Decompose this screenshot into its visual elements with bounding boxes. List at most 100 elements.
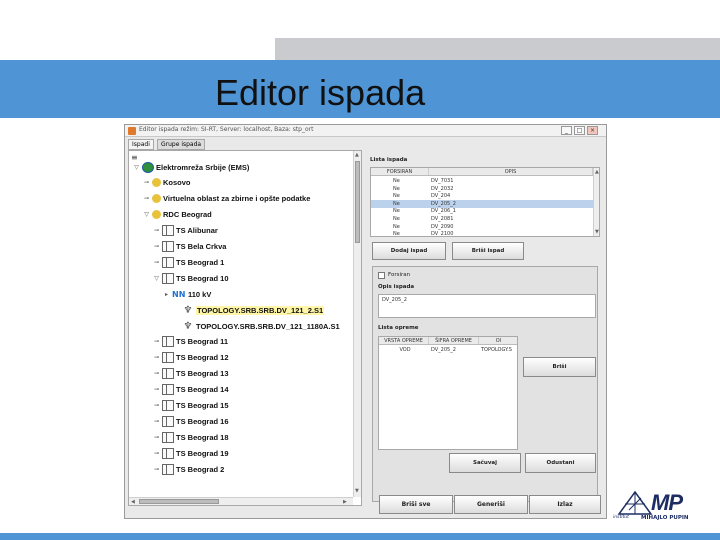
- outage-table-header: FORSIRAN OPIS: [371, 168, 593, 176]
- column-vrsta-opreme[interactable]: VRSTA OPREME: [379, 337, 429, 344]
- tree-toggle-icon[interactable]: ⊸: [143, 195, 150, 202]
- tree-node[interactable]: ▸ NN 110 kV: [163, 287, 211, 301]
- tree-node-label: Kosovo: [163, 178, 191, 188]
- tree-node-label: TS Beograd 1: [176, 257, 225, 267]
- tree-node[interactable]: ▽ Elektromreža Srbije (EMS): [133, 160, 249, 174]
- tree-node[interactable]: ♆ TOPOLOGY.SRB.SRB.DV_121_2.S1: [173, 303, 325, 317]
- tree-vertical-scrollbar[interactable]: ▲ ▼: [353, 151, 361, 497]
- tree-node-label: TS Beograd 18: [176, 432, 229, 442]
- add-outage-button[interactable]: Dodaj ispad: [372, 242, 446, 260]
- equipment-other-cell: TOPOLOGY.S: [481, 347, 512, 353]
- forced-checkbox[interactable]: [378, 272, 385, 279]
- tree-toggle-icon[interactable]: ▸: [163, 291, 170, 298]
- tree-node[interactable]: ⊸ TS Beograd 19: [153, 446, 229, 460]
- tree-node[interactable]: ⊸ Virtuelna oblast za zbirne i opšte poda…: [143, 192, 310, 206]
- window-titlebar[interactable]: Editor ispada režim: SI-RT, Server: loca…: [125, 125, 606, 137]
- tree-node[interactable]: ⊸ TS Beograd 18: [153, 430, 229, 444]
- scroll-down-icon[interactable]: ▼: [355, 487, 359, 495]
- tree-toggle-icon[interactable]: ⊸: [153, 402, 160, 409]
- tree-node[interactable]: ⊸ TS Beograd 15: [153, 399, 229, 413]
- tree-node-label: TS Alibunar: [176, 226, 218, 236]
- table-scroll-up-icon[interactable]: ▲: [595, 168, 599, 176]
- forsiran-cell: Ne: [393, 231, 400, 237]
- region-icon: [152, 210, 161, 220]
- cancel-button[interactable]: Odustani: [525, 453, 596, 473]
- equipment-table[interactable]: VRSTA OPREME ŠIFRA OPREME OI VOD DV_205_…: [378, 336, 518, 450]
- tree-node[interactable]: ⊸ TS Beograd 11: [153, 335, 228, 349]
- description-textarea[interactable]: DV_205_2: [378, 294, 596, 318]
- substation-icon: [162, 241, 174, 252]
- delete-equipment-button[interactable]: Briši: [523, 357, 596, 377]
- tree-toggle-icon[interactable]: ⊸: [153, 227, 160, 234]
- scroll-left-icon[interactable]: ◀: [131, 498, 135, 505]
- header-gray-band: [275, 38, 720, 60]
- tree-horizontal-scrollbar[interactable]: ◀ ▶: [129, 497, 353, 505]
- outage-list-label: Lista ispada: [370, 157, 408, 163]
- substation-icon: [162, 415, 174, 427]
- tree-node-label: RDC Beograd: [163, 210, 212, 220]
- tree-node[interactable]: ⊸ TS Beograd 16: [153, 414, 229, 428]
- column-sifra-opreme[interactable]: ŠIFRA OPREME: [429, 337, 479, 344]
- delete-all-button[interactable]: Briši sve: [379, 495, 453, 514]
- tree-toggle-icon[interactable]: ⊸: [153, 386, 160, 393]
- outage-row[interactable]: Ne DV_2100: [371, 230, 593, 237]
- tree-node[interactable]: ⊸ Kosovo: [143, 176, 191, 190]
- tree-node[interactable]: ♆ TOPOLOGY.SRB.SRB.DV_121_1180A.S1: [173, 319, 340, 333]
- tree-node[interactable]: ▽ TS Beograd 10: [153, 271, 229, 285]
- region-icon: [152, 194, 161, 204]
- minimize-button[interactable]: _: [561, 126, 572, 135]
- delete-outage-button[interactable]: Briši ispad: [452, 242, 524, 260]
- tree-node[interactable]: ⊸ TS Beograd 2: [153, 462, 224, 476]
- footer-blue-band: [0, 533, 720, 540]
- exit-button[interactable]: Izlaz: [529, 495, 601, 514]
- logo-emblem-icon: [617, 490, 653, 515]
- editor-window: Editor ispada režim: SI-RT, Server: loca…: [124, 124, 607, 519]
- tree-node-label: Virtuelna oblast za zbirne i opšte podat…: [163, 194, 311, 204]
- column-opis[interactable]: OPIS: [429, 168, 593, 175]
- tree-node[interactable]: ⊸ TS Bela Crkva: [153, 240, 226, 254]
- tab-grupe-ispada[interactable]: Grupe ispada: [157, 139, 206, 150]
- tree-node[interactable]: ⊸ TS Beograd 13: [153, 367, 229, 381]
- tree-toggle-icon[interactable]: ⊸: [153, 354, 160, 361]
- column-forsiran[interactable]: FORSIRAN: [371, 168, 429, 175]
- tree-hscroll-thumb[interactable]: [139, 499, 219, 504]
- tree-toggle-icon[interactable]: ⊸: [153, 338, 160, 345]
- tree-toggle-icon[interactable]: ⊸: [153, 259, 160, 266]
- close-button[interactable]: ×: [587, 126, 598, 135]
- tree-toggle-icon[interactable]: ⊸: [153, 450, 160, 457]
- tree-toggle-icon[interactable]: ▽: [143, 211, 150, 218]
- outage-table[interactable]: FORSIRAN OPIS Ne DV_7031 Ne DV_2032 Ne DV_204…: [370, 167, 600, 237]
- company-logo: MP institut MIHAJLO PUPIN: [613, 490, 713, 530]
- tree-toggle-icon[interactable]: ⊸: [153, 370, 160, 377]
- tree-toggle-icon[interactable]: ⊸: [153, 434, 160, 441]
- table-scroll-down-icon[interactable]: ▼: [595, 228, 599, 236]
- tree-scroll-thumb[interactable]: [355, 161, 360, 243]
- scroll-right-icon[interactable]: ▶: [343, 498, 347, 505]
- tree-node[interactable]: ⊸ TS Beograd 1: [153, 255, 224, 269]
- logo-mark: MP: [651, 490, 683, 515]
- tree-toggle-icon[interactable]: ▽: [153, 275, 160, 282]
- equipment-list-label: Lista opreme: [378, 325, 419, 331]
- outage-table-scrollbar[interactable]: ▲ ▼: [593, 168, 599, 236]
- tree-node[interactable]: ⊸ TS Beograd 14: [153, 383, 229, 397]
- tree-node[interactable]: ⊸ TS Beograd 12: [153, 351, 229, 365]
- network-tree[interactable]: ≡ ▽ Elektromreža Srbije (EMS) ⊸ Kosovo ⊸ Virt…: [128, 150, 362, 506]
- tree-toggle-icon[interactable]: ▽: [133, 164, 140, 171]
- scroll-up-icon[interactable]: ▲: [355, 151, 359, 159]
- tree-toggle-icon[interactable]: ⊸: [143, 179, 150, 186]
- substation-icon: [162, 352, 174, 364]
- column-oi[interactable]: OI: [479, 337, 517, 344]
- tree-toggle-icon[interactable]: ⊸: [153, 466, 160, 473]
- tree-toggle-icon[interactable]: ⊸: [153, 243, 160, 250]
- save-button[interactable]: Sačuvaj: [449, 453, 521, 473]
- maximize-button[interactable]: □: [574, 126, 585, 135]
- equipment-row[interactable]: VOD DV_205_2 TOPOLOGY.S: [379, 346, 517, 354]
- tab-ispadi[interactable]: Ispadi: [128, 139, 154, 150]
- opis-cell: DV_2100: [431, 231, 454, 237]
- tree-node-label: TOPOLOGY.SRB.SRB.DV_121_2.S1: [196, 305, 325, 315]
- substation-icon: [162, 463, 174, 475]
- generate-button[interactable]: Generiši: [454, 495, 528, 514]
- tree-node[interactable]: ⊸ TS Alibunar: [153, 224, 218, 238]
- tree-toggle-icon[interactable]: ⊸: [153, 418, 160, 425]
- tree-node[interactable]: ▽ RDC Beograd: [143, 208, 212, 222]
